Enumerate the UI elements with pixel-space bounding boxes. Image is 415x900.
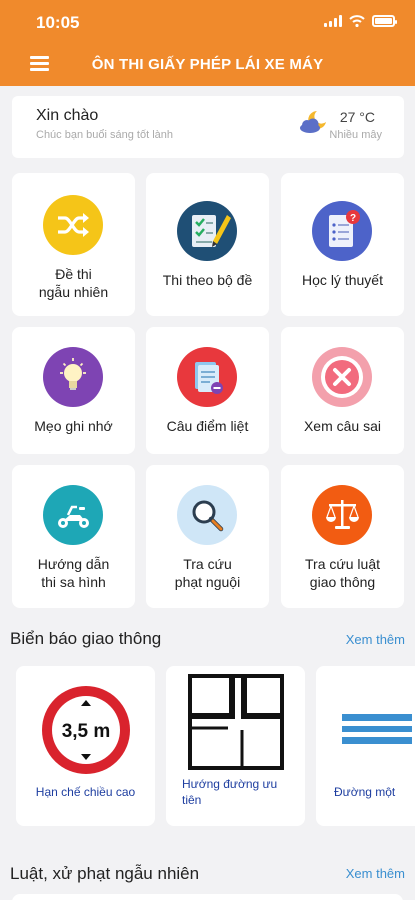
random-test-card[interactable]: Đề thi ngẫu nhiên bbox=[12, 173, 135, 316]
scales-icon bbox=[312, 485, 372, 545]
close-circle-icon bbox=[312, 347, 372, 407]
sign-card-one-way[interactable]: Đường một bbox=[316, 666, 415, 826]
practical-guide-card[interactable]: Hướng dẫn thi sa hình bbox=[12, 465, 135, 608]
magnifier-icon bbox=[177, 485, 237, 545]
laws-see-more-link[interactable]: Xem thêm bbox=[346, 866, 405, 881]
document-question-icon: ? bbox=[312, 201, 372, 261]
greeting-title: Xin chào bbox=[36, 107, 99, 124]
greeting-card: Xin chào Chúc bạn buổi sáng tốt lành 27 … bbox=[12, 96, 404, 158]
temperature: 27 °C bbox=[339, 109, 375, 125]
law-card[interactable] bbox=[12, 894, 403, 900]
battery-icon bbox=[372, 15, 397, 27]
signs-section-title: Biển báo giao thông bbox=[10, 629, 162, 648]
critical-questions-card[interactable]: Câu điểm liệt bbox=[146, 327, 269, 454]
document-minus-icon bbox=[177, 347, 237, 407]
motorbike-icon bbox=[43, 485, 103, 545]
card-label: Câu điểm liệt bbox=[166, 418, 249, 434]
sign-label: Hướng đường ưu tiên bbox=[182, 777, 278, 807]
card-label: Mẹo ghi nhớ bbox=[34, 418, 113, 434]
signs-see-more-link[interactable]: Xem thêm bbox=[346, 632, 405, 647]
wifi-icon bbox=[349, 15, 365, 27]
app-title: ÔN THI GIẤY PHÉP LÁI XE MÁY bbox=[91, 56, 324, 73]
height-limit-sign: 3,5 m bbox=[42, 686, 130, 774]
weather-description: Nhiều mây bbox=[329, 129, 382, 141]
cloudy-night-icon bbox=[300, 111, 326, 133]
sign-card-height-limit[interactable]: 3,5 m Hạn chế chiều cao bbox=[16, 666, 155, 826]
card-label: Đề thi ngẫu nhiên bbox=[38, 266, 109, 300]
card-label: Tra cứu phạt nguội bbox=[174, 556, 241, 590]
svg-text:?: ? bbox=[350, 213, 356, 224]
signal-icon bbox=[324, 15, 342, 27]
shuffle-icon bbox=[43, 195, 103, 255]
lightbulb-icon bbox=[43, 347, 103, 407]
sign-label: Đường một bbox=[334, 785, 396, 799]
memory-tips-card[interactable]: Mẹo ghi nhớ bbox=[12, 327, 135, 454]
test-checklist-icon bbox=[177, 201, 237, 261]
app-bar: 10:05 ÔN THI GIẤY PHÉP LÁI XE MÁY bbox=[0, 0, 415, 86]
card-label: Hướng dẫn thi sa hình bbox=[37, 556, 110, 590]
card-label: Xem câu sai bbox=[303, 418, 382, 434]
one-way-sign bbox=[342, 714, 412, 744]
test-by-set-card[interactable]: Thi theo bộ đề bbox=[146, 173, 269, 316]
card-label: Thi theo bộ đề bbox=[162, 272, 253, 288]
status-time: 10:05 bbox=[36, 13, 80, 32]
fine-lookup-card[interactable]: Tra cứu phạt nguội bbox=[146, 465, 269, 608]
greeting-subtitle: Chúc bạn buổi sáng tốt lành bbox=[36, 129, 173, 141]
wrong-answers-card[interactable]: Xem câu sai bbox=[281, 327, 404, 454]
svg-text:3,5 m: 3,5 m bbox=[62, 721, 111, 742]
status-icons bbox=[324, 15, 397, 27]
traffic-law-lookup-card[interactable]: Tra cứu luật giao thông bbox=[281, 465, 404, 608]
sign-card-priority-road[interactable]: Hướng đường ưu tiên bbox=[166, 666, 305, 826]
priority-road-sign bbox=[188, 674, 284, 770]
card-label: Học lý thuyết bbox=[302, 272, 383, 288]
laws-section-title: Luật, xử phạt ngẫu nhiên bbox=[10, 864, 200, 883]
sign-label: Hạn chế chiều cao bbox=[35, 785, 136, 799]
learn-theory-card[interactable]: ? Học lý thuyết bbox=[281, 173, 404, 316]
card-label: Tra cứu luật giao thông bbox=[305, 556, 380, 590]
